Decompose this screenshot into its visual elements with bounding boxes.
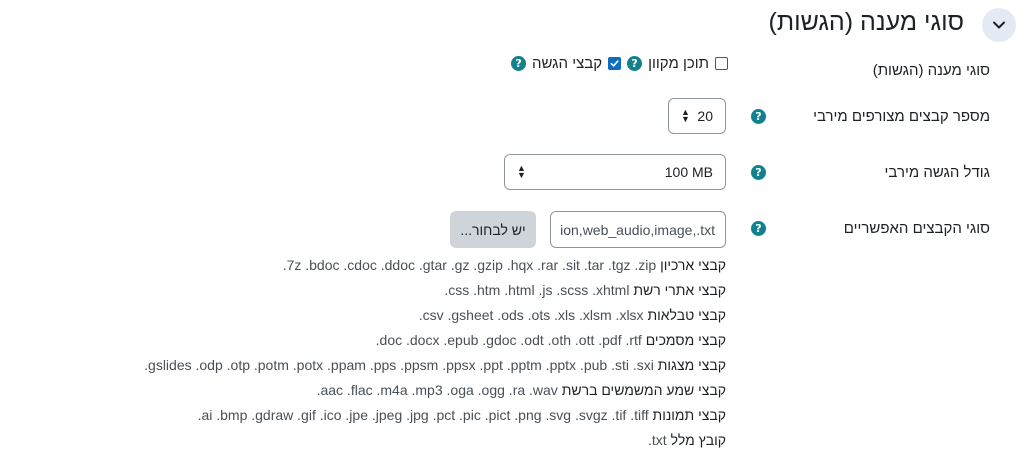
accepted-types-input[interactable]: ion,web_audio,image,.txt xyxy=(550,211,726,248)
list-item: קבצי מצגות .gslides .odp .otp .potm .pot… xyxy=(144,357,726,373)
accepted-types-label: סוגי הקבצים האפשריים xyxy=(843,220,990,237)
list-item: קובץ מלל .txt xyxy=(648,432,726,448)
section-collapse-button[interactable] xyxy=(982,8,1016,42)
choose-button[interactable]: יש לבחור... xyxy=(450,211,536,248)
max-size-label: גודל הגשה מירבי xyxy=(884,164,990,181)
accepted-types-list: קבצי ארכיון .7z .bdoc .cdoc .ddoc .gtar … xyxy=(144,253,726,453)
list-item: קבצי שמע המשמשים ברשת .aac .flac .m4a .m… xyxy=(316,382,726,398)
online-text-label[interactable]: תוכן מקוון xyxy=(648,55,709,72)
section-title: סוגי מענה (הגשות) xyxy=(768,8,964,36)
help-icon[interactable]: ? xyxy=(627,56,643,71)
file-submissions-checkbox[interactable] xyxy=(608,57,622,70)
help-icon[interactable]: ? xyxy=(751,165,766,180)
max-size-select[interactable]: ▲ ▼ 100 MB xyxy=(504,154,726,190)
max-files-value: 20 xyxy=(697,108,713,124)
help-icon[interactable]: ? xyxy=(511,56,527,71)
max-size-value: 100 MB xyxy=(664,164,713,180)
max-files-select[interactable]: ▲ ▼ 20 xyxy=(668,98,726,134)
checkmark-icon xyxy=(610,60,619,67)
list-item: קבצי מסמכים .doc .docx .epub .gdoc .odt … xyxy=(375,332,726,348)
submission-types-label: סוגי מענה (הגשות) xyxy=(872,62,990,79)
list-item: קבצי ארכיון .7z .bdoc .cdoc .ddoc .gtar … xyxy=(282,257,726,273)
online-text-checkbox[interactable] xyxy=(715,57,728,70)
help-icon[interactable]: ? xyxy=(751,109,766,124)
select-arrows-icon: ▲ ▼ xyxy=(517,163,526,180)
list-item: קבצי אתרי רשת .css .htm .html .js .scss … xyxy=(444,282,726,298)
submission-types-options: תוכן מקוון ? קבצי הגשה ? xyxy=(511,55,728,72)
chevron-down-icon xyxy=(993,21,1005,29)
select-arrows-icon: ▲ ▼ xyxy=(681,107,690,124)
list-item: קבצי טבלאות .csv .gsheet .ods .ots .xls … xyxy=(418,307,726,323)
list-item: קבצי תמונות .ai .bmp .gdraw .gif .ico .j… xyxy=(197,407,726,423)
file-submissions-label[interactable]: קבצי הגשה xyxy=(532,55,602,72)
help-icon[interactable]: ? xyxy=(751,221,766,236)
max-files-label: מספר קבצים מצורפים מירבי xyxy=(813,108,990,125)
